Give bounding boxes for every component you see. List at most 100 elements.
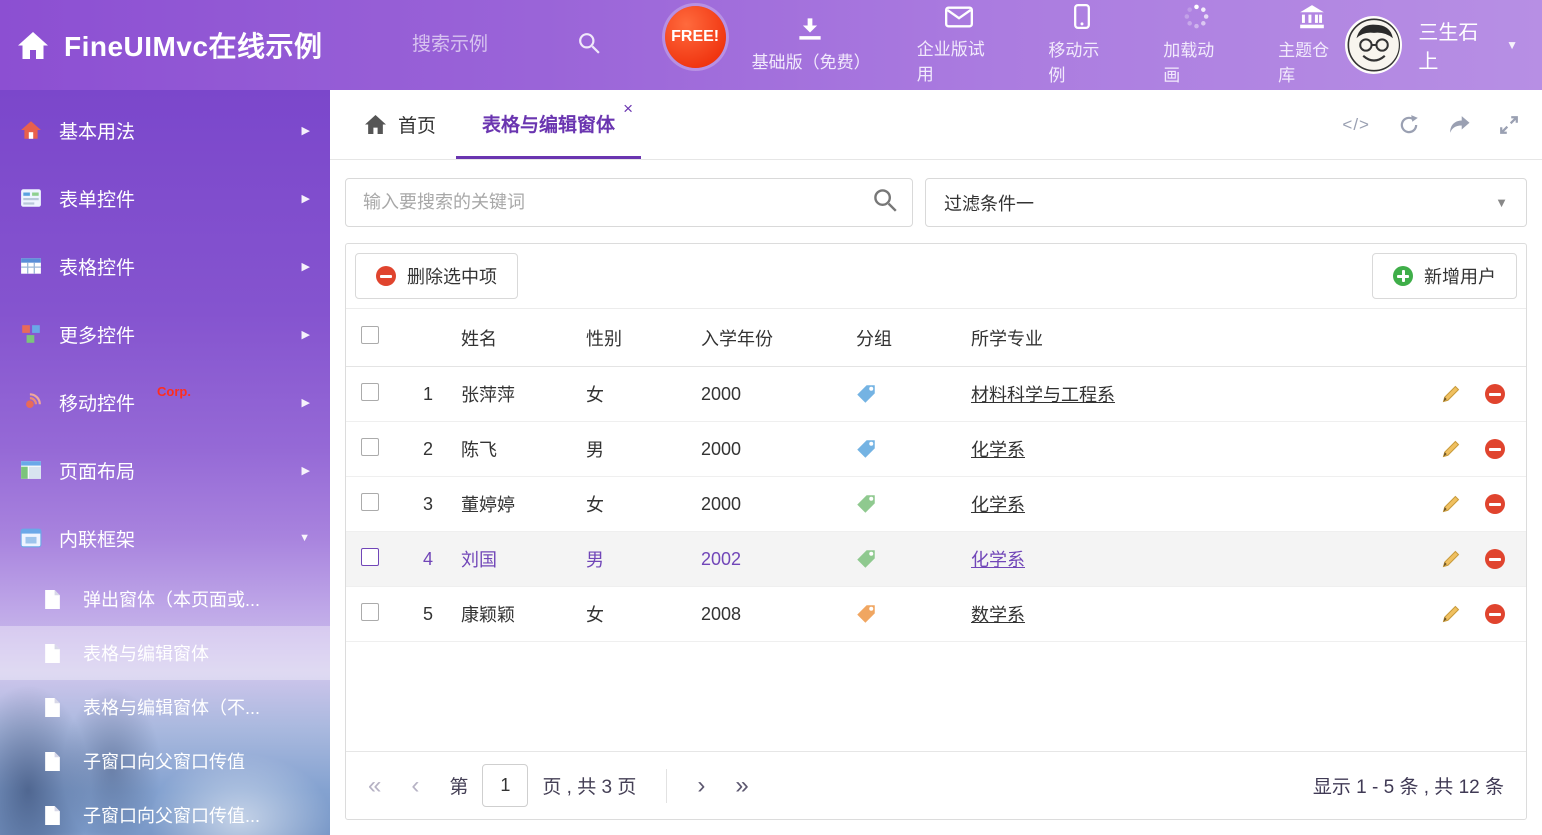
sidebar-subitem-popup-window[interactable]: 弹出窗体（本页面或... [0,572,330,626]
row-checkbox[interactable] [361,493,379,511]
file-icon [44,805,66,826]
nav-loading-animation[interactable]: 加载动画 [1163,4,1230,86]
cell-year: 2008 [701,604,856,625]
header-search-input[interactable] [410,33,560,57]
table-row[interactable]: 1 张萍萍 女 2000 材料科学与工程系 [346,367,1526,422]
sidebar-subitem-label: 弹出窗体（本页面或... [83,586,260,612]
delete-selected-button[interactable]: 删除选中项 [355,253,518,299]
page-number-input[interactable] [482,764,528,807]
button-label: 新增用户 [1424,263,1496,289]
nav-enterprise-trial[interactable]: 企业版试用 [917,6,1001,85]
delete-icon[interactable] [1485,384,1505,404]
column-header-group[interactable]: 分组 [856,325,971,351]
fullscreen-icon[interactable] [1499,115,1519,135]
refresh-icon[interactable] [1398,114,1420,136]
sidebar-item-more-controls[interactable]: 更多控件 ▶ [0,300,330,368]
sidebar-item-inline-frame[interactable]: 内联框架 ▼ [0,504,330,572]
table-row[interactable]: 5 康颖颖 女 2008 数学系 [346,587,1526,642]
prev-page-button[interactable]: ‹ [411,774,419,798]
tab-home[interactable]: 首页 [345,90,456,159]
edit-icon[interactable] [1441,604,1461,624]
sidebar-item-form-controls[interactable]: 表单控件 ▶ [0,164,330,232]
user-name: 三生石上 [1418,16,1497,74]
nav-label: 基础版（免费） [752,48,869,73]
download-icon [797,17,823,41]
cell-name: 康颖颖 [461,601,586,627]
tag-icon [856,494,876,514]
major-link[interactable]: 数学系 [971,605,1025,625]
edit-icon[interactable] [1441,439,1461,459]
row-number: 2 [411,439,461,460]
keyword-search-box[interactable] [345,178,913,227]
first-page-button[interactable]: « [368,774,381,798]
search-icon[interactable] [873,188,897,217]
column-header-year[interactable]: 入学年份 [701,325,856,351]
major-link[interactable]: 化学系 [971,440,1025,460]
row-checkbox[interactable] [361,383,379,401]
filter-value: 过滤条件一 [944,190,1034,216]
chevron-right-icon: ▶ [302,464,310,477]
cell-name: 陈飞 [461,436,586,462]
major-link[interactable]: 材料科学与工程系 [971,385,1115,405]
select-all-checkbox[interactable] [361,326,379,344]
major-link[interactable]: 化学系 [971,495,1025,515]
tab-tools: </> [1342,90,1527,159]
search-icon[interactable] [578,32,600,59]
form-icon [20,188,42,208]
filter-dropdown[interactable]: 过滤条件一 ▼ [925,178,1527,227]
sidebar-subitem-label: 子窗口向父窗口传值... [83,802,260,828]
row-checkbox[interactable] [361,548,379,566]
brand[interactable]: FineUIMvc在线示例 [18,25,410,65]
sidebar-item-table-controls[interactable]: 表格控件 ▶ [0,232,330,300]
row-checkbox[interactable] [361,438,379,456]
source-code-icon[interactable]: </> [1342,115,1370,135]
delete-icon[interactable] [1485,494,1505,514]
last-page-button[interactable]: » [735,774,748,798]
major-link[interactable]: 化学系 [971,550,1025,570]
table-row-selected[interactable]: 4 刘国 男 2002 化学系 [346,532,1526,587]
delete-icon[interactable] [1485,439,1505,459]
add-user-button[interactable]: 新增用户 [1372,253,1517,299]
nav-basic-edition[interactable]: 基础版（免费） [752,17,869,73]
sidebar-item-mobile-controls[interactable]: 移动控件 Corp. ▶ [0,368,330,436]
house-icon [20,120,42,140]
delete-icon[interactable] [1485,549,1505,569]
edit-icon[interactable] [1441,494,1461,514]
chevron-right-icon: ▶ [302,192,310,205]
signal-icon [20,392,42,412]
share-icon[interactable] [1448,115,1471,135]
nav-theme-repo[interactable]: 主题仓库 [1278,5,1345,86]
cell-year: 2000 [701,439,856,460]
chevron-right-icon: ▶ [302,124,310,137]
header-search[interactable] [410,32,623,59]
user-menu[interactable]: 三生石上 ▼ [1345,16,1518,74]
nav-mobile-demo[interactable]: 移动示例 [1048,4,1115,86]
next-page-button[interactable]: › [697,774,705,798]
row-checkbox[interactable] [361,603,379,621]
column-header-name[interactable]: 姓名 [461,325,586,351]
column-header-gender[interactable]: 性别 [586,325,701,351]
keyword-search-input[interactable] [361,191,873,214]
sidebar-subitem-child-to-parent[interactable]: 子窗口向父窗口传值 [0,734,330,788]
column-header-major[interactable]: 所学专业 [971,325,1406,351]
sidebar-subitem-grid-edit-window[interactable]: 表格与编辑窗体 [0,626,330,680]
sidebar-subitem-child-to-parent-2[interactable]: 子窗口向父窗口传值... [0,788,330,835]
table-icon [20,256,42,276]
sidebar-item-page-layout[interactable]: 页面布局 ▶ [0,436,330,504]
delete-icon[interactable] [1485,604,1505,624]
tab-grid-edit-window[interactable]: 表格与编辑窗体 × [456,90,641,159]
table-row[interactable]: 2 陈飞 男 2000 化学系 [346,422,1526,477]
cell-year: 2000 [701,384,856,405]
nav-label: 加载动画 [1163,36,1230,86]
frame-icon [20,528,42,548]
avatar[interactable] [1345,16,1402,74]
cell-gender: 男 [586,546,701,572]
table-row[interactable]: 3 董婷婷 女 2000 化学系 [346,477,1526,532]
layout-icon [20,460,42,480]
edit-icon[interactable] [1441,384,1461,404]
app-window: FineUIMvc在线示例 FREE! 基础版（免费） 企业版试用 [0,0,1542,835]
sidebar-item-basic-usage[interactable]: 基本用法 ▶ [0,96,330,164]
edit-icon[interactable] [1441,549,1461,569]
tab-close-icon[interactable]: × [623,100,633,117]
sidebar-subitem-grid-edit-window-2[interactable]: 表格与编辑窗体（不... [0,680,330,734]
